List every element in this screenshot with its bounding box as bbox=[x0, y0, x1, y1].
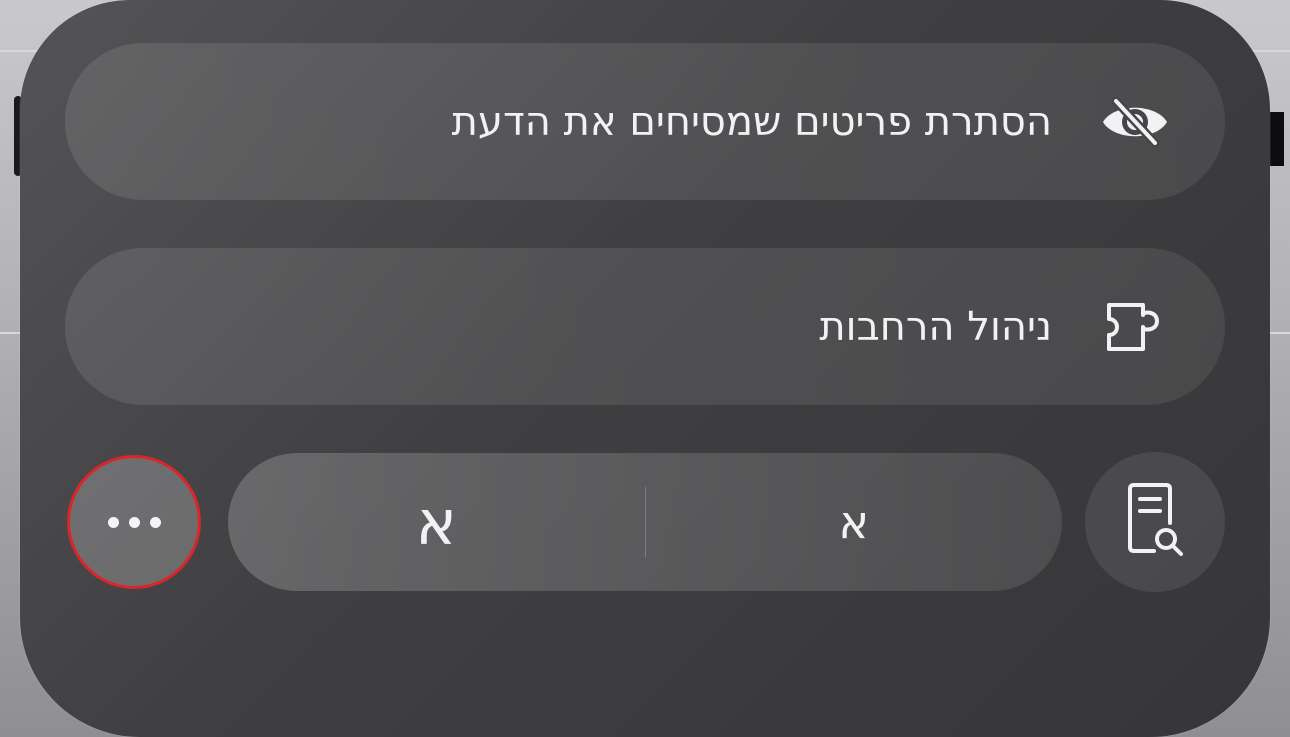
background-element bbox=[1268, 112, 1284, 166]
reader-view-button[interactable] bbox=[1085, 452, 1225, 592]
hide-distracting-items-button[interactable]: הסתרת פריטים שמסיחים את הדעת bbox=[65, 43, 1225, 200]
increase-font-size-button[interactable]: א bbox=[228, 453, 645, 591]
ellipsis-icon bbox=[149, 516, 161, 528]
hide-distracting-items-label: הסתרת פריטים שמסיחים את הדעת bbox=[451, 98, 1052, 145]
puzzle-piece-icon bbox=[1100, 292, 1170, 362]
eye-slash-icon bbox=[1100, 87, 1170, 157]
font-size-control: א א bbox=[228, 453, 1062, 591]
ellipsis-icon bbox=[107, 516, 119, 528]
manage-extensions-label: ניהול הרחבות bbox=[819, 303, 1052, 350]
decrease-font-size-button[interactable]: א bbox=[646, 453, 1063, 591]
page-menu-panel: הסתרת פריטים שמסיחים את הדעת ניהול הרחבו… bbox=[20, 0, 1270, 737]
document-search-icon bbox=[1124, 483, 1186, 561]
ellipsis-icon bbox=[128, 516, 140, 528]
more-options-button[interactable] bbox=[67, 455, 201, 589]
manage-extensions-button[interactable]: ניהול הרחבות bbox=[65, 248, 1225, 405]
